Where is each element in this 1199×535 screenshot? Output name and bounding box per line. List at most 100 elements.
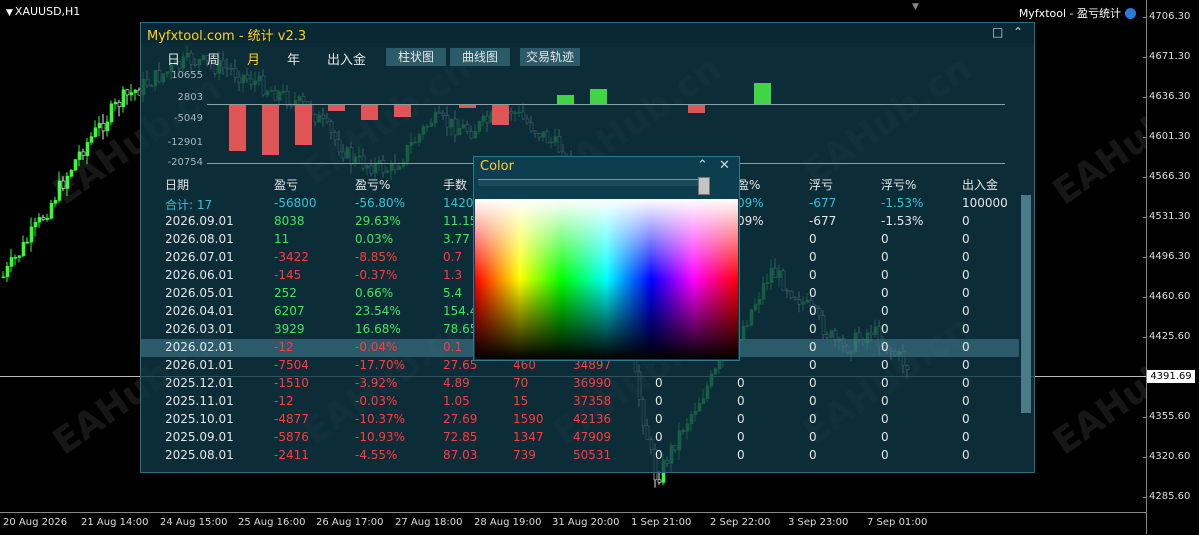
time-tick: 3 Sep 23:00 (788, 517, 849, 528)
bar-chart-button[interactable]: 柱状图 (386, 48, 446, 66)
cell-deposits: 0 (962, 214, 970, 228)
line-chart-button[interactable]: 曲线图 (450, 48, 510, 66)
nav-year[interactable]: 年 (287, 49, 300, 68)
cell-profit-pct: 0.66% (355, 286, 394, 300)
cell-date: 2026.01.01 (165, 358, 234, 372)
close-icon[interactable]: ✕ (719, 158, 730, 173)
header-float-profit-pct: 盈% (737, 178, 761, 192)
cell-date: 2025.11.01 (165, 394, 234, 408)
nav-day[interactable]: 日 (167, 49, 180, 68)
cell-profit: -5876 (274, 430, 309, 444)
cell-profit: 6207 (274, 304, 305, 318)
cell-lots: 1.3 (443, 268, 463, 282)
cell-date: 2026.05.01 (165, 286, 234, 300)
ea-smiley-icon (1125, 8, 1136, 19)
table-row[interactable]: 2025.11.01 -12 -0.03% 1.05 15 37358 0 0 0 0 0 (141, 393, 1019, 411)
cell-profit: -7504 (274, 358, 309, 372)
table-scrollbar[interactable] (1021, 195, 1031, 413)
cell-deposits: 0 (962, 412, 970, 426)
cell-deposits: 0 (962, 250, 970, 264)
color-spectrum[interactable] (475, 199, 738, 359)
bar-axis-label: 2803 (177, 92, 203, 103)
dropdown-triangle-icon[interactable]: ▼ (6, 8, 13, 18)
cell-profit-pct: -56.80% (355, 196, 406, 210)
minimize-icon[interactable]: □ (992, 25, 1003, 39)
cell-deposits: 0 (962, 448, 970, 462)
candle-body (37, 217, 42, 223)
cell-orders: 739 (513, 448, 536, 462)
cell-profit-pct: 29.63% (355, 214, 401, 228)
table-row[interactable]: 2025.12.01 -1510 -3.92% 4.89 70 36990 0 0 0 0 0 (141, 375, 1019, 393)
cell-float-loss-pct: 0 (881, 340, 889, 354)
cell-col7: 0 (655, 430, 663, 444)
header-deposits: 出入金 (962, 178, 999, 192)
cell-float-profit-pct: 0 (737, 394, 745, 408)
price-tick: 4285.60 (1142, 491, 1191, 502)
cell-float-loss-pct: 0 (881, 286, 889, 300)
bar (754, 83, 771, 104)
cell-lots: 72.85 (443, 430, 478, 444)
time-tick: 28 Aug 19:00 (474, 517, 542, 528)
cell-profit-pct: -0.03% (355, 394, 398, 408)
cell-lots: 5.4 (443, 286, 463, 300)
cell-balance: 47909 (573, 430, 612, 444)
cell-float-loss: 0 (809, 448, 817, 462)
bar-axis-label: -12901 (167, 137, 203, 148)
candle-body (97, 123, 102, 129)
time-tick: 20 Aug 2026 (3, 517, 68, 528)
cell-date: 2025.09.01 (165, 430, 234, 444)
cell-profit-pct: -10.93% (355, 430, 406, 444)
time-tick: 7 Sep 01:00 (867, 517, 928, 528)
cell-float-loss: -677 (809, 214, 837, 228)
cell-float-loss: 0 (809, 412, 817, 426)
time-axis[interactable]: 20 Aug 2026 21 Aug 14:00 24 Aug 15:00 25… (0, 512, 1146, 535)
cell-float-profit-pct: 09% (737, 214, 764, 228)
candle-body (49, 203, 54, 219)
candle-body (33, 221, 38, 228)
collapse-icon[interactable]: ⌃ (697, 158, 708, 173)
candle-body (89, 136, 94, 143)
cell-profit: -3422 (274, 250, 309, 264)
current-price-tag: 4391.69 (1147, 370, 1195, 383)
candle-body (1, 276, 6, 279)
cell-orders: 70 (513, 376, 529, 390)
nav-week[interactable]: 周 (207, 49, 220, 68)
cell-orders: 15 (513, 394, 529, 408)
cell-float-profit-pct: 0 (737, 412, 745, 426)
time-tick: 26 Aug 17:00 (316, 517, 384, 528)
collapse-icon[interactable]: ⌃ (1013, 25, 1023, 39)
cell-date: 合计: 17 (165, 198, 213, 212)
table-row[interactable]: 2025.08.01 -2411 -4.55% 87.03 739 50531 0 0 0 0 0 (141, 447, 1019, 465)
panel-titlebar[interactable]: Myfxtool.com - 统计 v2.3 □ ⌃ (141, 23, 1034, 44)
ea-label[interactable]: Myfxtool - 盈亏统计 (1019, 5, 1136, 21)
cell-float-loss: 0 (809, 286, 817, 300)
cell-profit: -12 (274, 394, 294, 408)
table-row[interactable]: 2025.10.01 -4877 -10.37% 27.69 1590 42136 0 0 0 0… (141, 411, 1019, 429)
cell-float-profit-pct: 0 (737, 430, 745, 444)
cell-float-loss: 0 (809, 340, 817, 354)
nav-deposits[interactable]: 出入金 (327, 49, 366, 68)
candle-body (105, 121, 110, 132)
bar (394, 105, 411, 117)
cell-date: 2026.04.01 (165, 304, 234, 318)
bar (295, 105, 312, 145)
bar (557, 95, 574, 104)
trade-track-button[interactable]: 交易轨迹 (520, 48, 580, 66)
cell-lots: 27.69 (443, 412, 478, 426)
candle-body (101, 123, 106, 132)
brightness-slider-track[interactable] (478, 179, 708, 186)
table-row[interactable]: 2025.09.01 -5876 -10.93% 72.85 1347 47909 0 0 0 0… (141, 429, 1019, 447)
price-axis[interactable]: 4706.30 4671.30 4636.30 4601.30 4566.30 … (1142, 0, 1199, 534)
cell-date: 2025.10.01 (165, 412, 234, 426)
cell-deposits: 0 (962, 394, 970, 408)
time-tick: 24 Aug 15:00 (160, 517, 228, 528)
cell-date: 2026.06.01 (165, 268, 234, 282)
candle-body (657, 479, 662, 483)
nav-month[interactable]: 月 (247, 49, 260, 68)
cell-profit: -12 (274, 340, 294, 354)
candle-body (45, 217, 50, 220)
brightness-slider-handle[interactable] (698, 177, 710, 195)
cell-float-loss-pct: 0 (881, 358, 889, 372)
cell-profit: -56800 (274, 196, 317, 210)
color-picker-dialog[interactable]: Color ⌃ ✕ (473, 156, 740, 361)
